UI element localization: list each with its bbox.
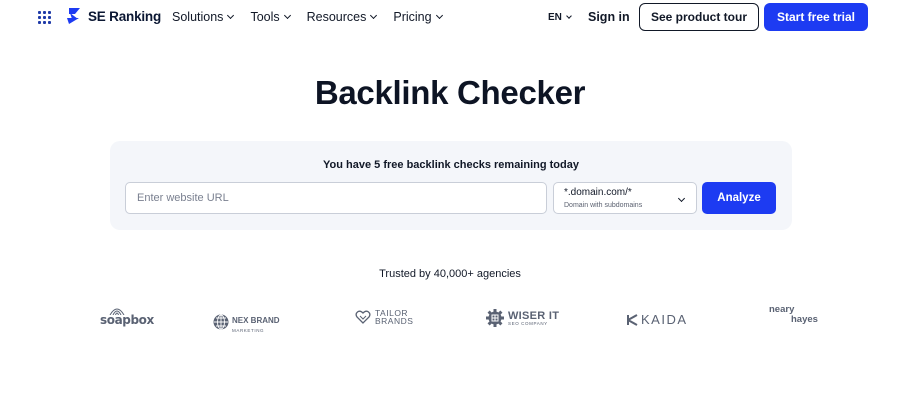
nav-solutions-label: Solutions — [172, 10, 224, 24]
chevron-down-icon — [283, 11, 291, 20]
start-free-trial-button[interactable]: Start free trial — [764, 3, 868, 31]
nex-brand-wordmark: NEX BRAND — [232, 316, 280, 325]
globe-icon — [213, 314, 229, 329]
brand-name: SE Ranking — [88, 8, 162, 24]
remaining-checks-text: You have 5 free backlink checks remainin… — [323, 159, 579, 171]
nav-pricing-label: Pricing — [393, 10, 432, 24]
language-label: EN — [548, 12, 562, 23]
scope-description: Domain with subdomains — [564, 202, 643, 209]
nex-brand-logo: NEX BRAND MARKETING — [213, 310, 280, 333]
nav-tools-label: Tools — [250, 10, 280, 24]
nav-solutions[interactable]: Solutions — [172, 10, 235, 24]
website-url-input[interactable] — [125, 182, 547, 214]
wiser-it-logo: WISER IT SEO COMPANY — [485, 308, 559, 328]
chevron-down-icon — [566, 13, 572, 19]
kaida-wordmark: KAIDA — [641, 312, 688, 327]
language-selector[interactable]: EN — [548, 12, 572, 23]
site-header: SE Ranking Solutions Tools Resources Pri… — [0, 0, 900, 34]
nav-pricing[interactable]: Pricing — [393, 10, 443, 24]
chevron-down-icon — [370, 11, 378, 20]
chevron-down-icon — [435, 11, 443, 20]
nav-resources[interactable]: Resources — [306, 10, 378, 24]
hayes-wordmark: hayes — [791, 314, 818, 325]
main-nav: Solutions Tools Resources Pricing — [172, 10, 459, 24]
se-ranking-logo-icon — [67, 8, 80, 24]
page-title: Backlink Checker — [314, 74, 586, 111]
nav-resources-label: Resources — [306, 10, 367, 24]
trusted-by-text: Trusted by 40,000+ agencies — [379, 268, 521, 280]
scope-selected-value: *.domain.com/* — [564, 187, 632, 198]
analyze-button[interactable]: Analyze — [702, 182, 776, 214]
nex-brand-tagline: MARKETING — [232, 328, 265, 333]
soapbox-wordmark: soapbox — [100, 313, 154, 327]
agency-logos: soapbox NEX BRAND MARKETING TAILOR BRAND… — [0, 305, 900, 337]
chevron-down-icon — [227, 11, 235, 20]
chevron-down-icon — [677, 194, 686, 203]
kaida-logo: KAIDA — [627, 312, 688, 327]
se-ranking-logo[interactable]: SE Ranking — [66, 7, 161, 25]
product-tour-button[interactable]: See product tour — [639, 3, 759, 31]
neary-hayes-logo: neary hayes — [769, 305, 818, 325]
backlink-checker-form: You have 5 free backlink checks remainin… — [110, 141, 792, 230]
apps-grid-icon[interactable] — [36, 9, 52, 25]
soapbox-logo: soapbox — [100, 307, 154, 326]
sign-in-link[interactable]: Sign in — [588, 10, 630, 24]
nav-tools[interactable]: Tools — [250, 10, 291, 24]
brands-wordmark: BRANDS — [375, 316, 414, 326]
gear-icon — [486, 309, 504, 327]
heart-icon — [355, 310, 371, 324]
kaida-mark-icon — [627, 313, 638, 326]
tailor-brands-logo: TAILOR BRANDS — [355, 309, 413, 325]
wiser-it-wordmark: WISER IT — [508, 309, 560, 322]
domain-scope-select[interactable]: *.domain.com/* Domain with subdomains — [553, 182, 697, 214]
